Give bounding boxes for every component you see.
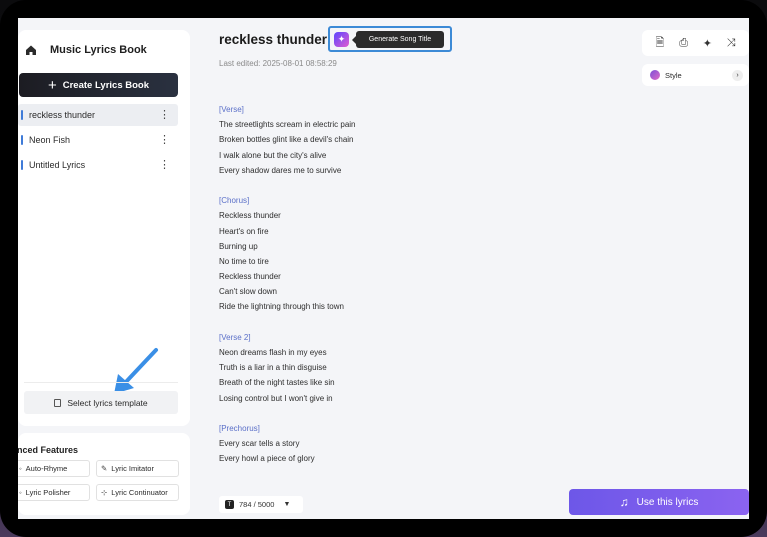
lyric-line: Every shadow dares me to survive [219, 165, 342, 175]
style-selector[interactable]: Style › [642, 64, 749, 86]
lyric-line: Every scar tells a story [219, 439, 300, 449]
create-lyrics-book-button[interactable]: + Create Lyrics Book [19, 73, 178, 97]
feature-label: Lyric Continuator [111, 488, 168, 497]
app-title: Music Lyrics Book [50, 44, 147, 56]
caret-down-icon[interactable]: ▼ [283, 501, 290, 508]
save-icon[interactable]: 🗎 [653, 34, 667, 53]
lyric-line: Broken bottles glint like a devil's chai… [219, 135, 354, 145]
lyric-line: Losing control but I won't give in [219, 393, 333, 403]
sparkle-icon[interactable]: ✦ [700, 37, 714, 50]
lyric-line: Heart's on fire [219, 226, 269, 236]
feature-label: Auto-Rhyme [25, 464, 68, 473]
list-item-label: Untitled Lyrics [29, 160, 86, 170]
shuffle-icon[interactable]: ⤨ [724, 37, 738, 50]
style-label: Style [665, 70, 682, 80]
sidebar: Music Lyrics Book + Create Lyrics Book r… [18, 30, 190, 426]
kebab-icon[interactable]: ⋮ [159, 159, 170, 171]
kebab-icon[interactable]: ⋮ [159, 109, 170, 121]
lyric-imitator-button[interactable]: ✎ Lyric Imitator [96, 460, 179, 477]
document-title[interactable]: reckless thunder [219, 32, 327, 47]
rhyme-icon: ◦ [19, 464, 22, 473]
polish-icon: ◦ [19, 488, 22, 497]
kebab-icon[interactable]: ⋮ [159, 134, 170, 146]
select-template-button[interactable]: Select lyrics template [24, 391, 178, 414]
lyric-line: Burning up [219, 241, 258, 251]
select-template-label: Select lyrics template [67, 397, 148, 408]
lyric-continuator-button[interactable]: ⊹ Lyric Continuator [96, 484, 179, 501]
lyrics-list: reckless thunder ⋮ Neon Fish ⋮ Untitled … [18, 104, 178, 179]
lyric-line: Ride the lightning through this town [219, 302, 344, 312]
list-item-label: reckless thunder [29, 110, 96, 120]
use-lyrics-button[interactable]: ♫ Use this lyrics [569, 489, 749, 515]
lyric-section-header: [Chorus] [219, 196, 250, 206]
editor-toolbar: 🗎 ⎙ ✦ ⤨ [642, 30, 749, 56]
generate-title-tooltip: Generate Song Title [352, 31, 444, 48]
lyric-line: Reckless thunder [219, 211, 281, 221]
last-edited: Last edited: 2025-08-01 08:58:29 [219, 59, 337, 68]
generate-title-highlight: ✦ Generate Song Title [328, 26, 452, 52]
document-icon [54, 398, 62, 407]
use-lyrics-label: Use this lyrics [636, 496, 699, 508]
main-editor: reckless thunder ✦ Generate Song Title L… [190, 18, 749, 519]
lyric-line [219, 178, 356, 193]
print-icon[interactable]: ⎙ [677, 37, 691, 50]
lyric-polisher-button[interactable]: ◦ Lyric Polisher [18, 484, 90, 501]
lyric-line [219, 406, 356, 421]
magic-wand-icon[interactable]: ✦ [334, 32, 349, 47]
text-count-icon: T [225, 500, 234, 509]
lyric-section-header: [Verse 2] [219, 332, 251, 342]
advanced-features-panel: anced Features ◦ Auto-Rhyme ✎ Lyric Imit… [18, 433, 190, 515]
lyrics-editor[interactable]: [Verse] The streetlights scream in electr… [219, 102, 356, 467]
lyric-line: The streetlights scream in electric pain [219, 120, 356, 130]
lyric-line: Truth is a liar in a thin disguise [219, 363, 327, 373]
sidebar-header: Music Lyrics Book [22, 40, 147, 60]
list-item-reckless-thunder[interactable]: reckless thunder ⋮ [18, 104, 178, 126]
lyric-line: Reckless thunder [219, 272, 281, 282]
lyric-section-header: [Prechorus] [219, 423, 260, 433]
advanced-features-title: anced Features [18, 445, 79, 455]
sidebar-divider [24, 382, 178, 383]
list-item-neon-fish[interactable]: Neon Fish ⋮ [18, 129, 178, 151]
lyric-section-header: [Verse] [219, 105, 244, 114]
continue-icon: ⊹ [101, 488, 108, 497]
annotation-arrow [114, 348, 158, 394]
lyric-line [219, 315, 356, 330]
auto-rhyme-button[interactable]: ◦ Auto-Rhyme [18, 460, 90, 477]
plus-icon: + [47, 76, 57, 94]
home-icon[interactable] [24, 43, 38, 57]
style-avatar [650, 70, 660, 80]
lyric-line: I walk alone but the city's alive [219, 150, 327, 160]
create-lyrics-book-label: Create Lyrics Book [62, 79, 149, 91]
lyric-line: Every howl a piece of glory [219, 454, 315, 464]
list-item-label: Neon Fish [29, 135, 71, 145]
list-item-untitled-lyrics[interactable]: Untitled Lyrics ⋮ [18, 154, 178, 176]
lyric-line: Can't slow down [219, 287, 277, 297]
edit-icon: ✎ [101, 464, 108, 473]
device-frame: Music Lyrics Book + Create Lyrics Book r… [0, 0, 767, 537]
character-counter: T 784 / 5000 ▼ [219, 496, 303, 513]
feature-label: Lyric Imitator [111, 464, 154, 473]
chevron-right-icon: › [732, 69, 743, 81]
music-note-icon: ♫ [619, 495, 629, 509]
lyric-line: Breath of the night tastes like sin [219, 378, 335, 388]
app-screen: Music Lyrics Book + Create Lyrics Book r… [18, 18, 749, 519]
lyric-line: Neon dreams flash in my eyes [219, 348, 327, 357]
lyric-line: No time to tire [219, 256, 269, 266]
feature-label: Lyric Polisher [25, 488, 71, 497]
counter-value: 784 / 5000 [239, 500, 275, 509]
